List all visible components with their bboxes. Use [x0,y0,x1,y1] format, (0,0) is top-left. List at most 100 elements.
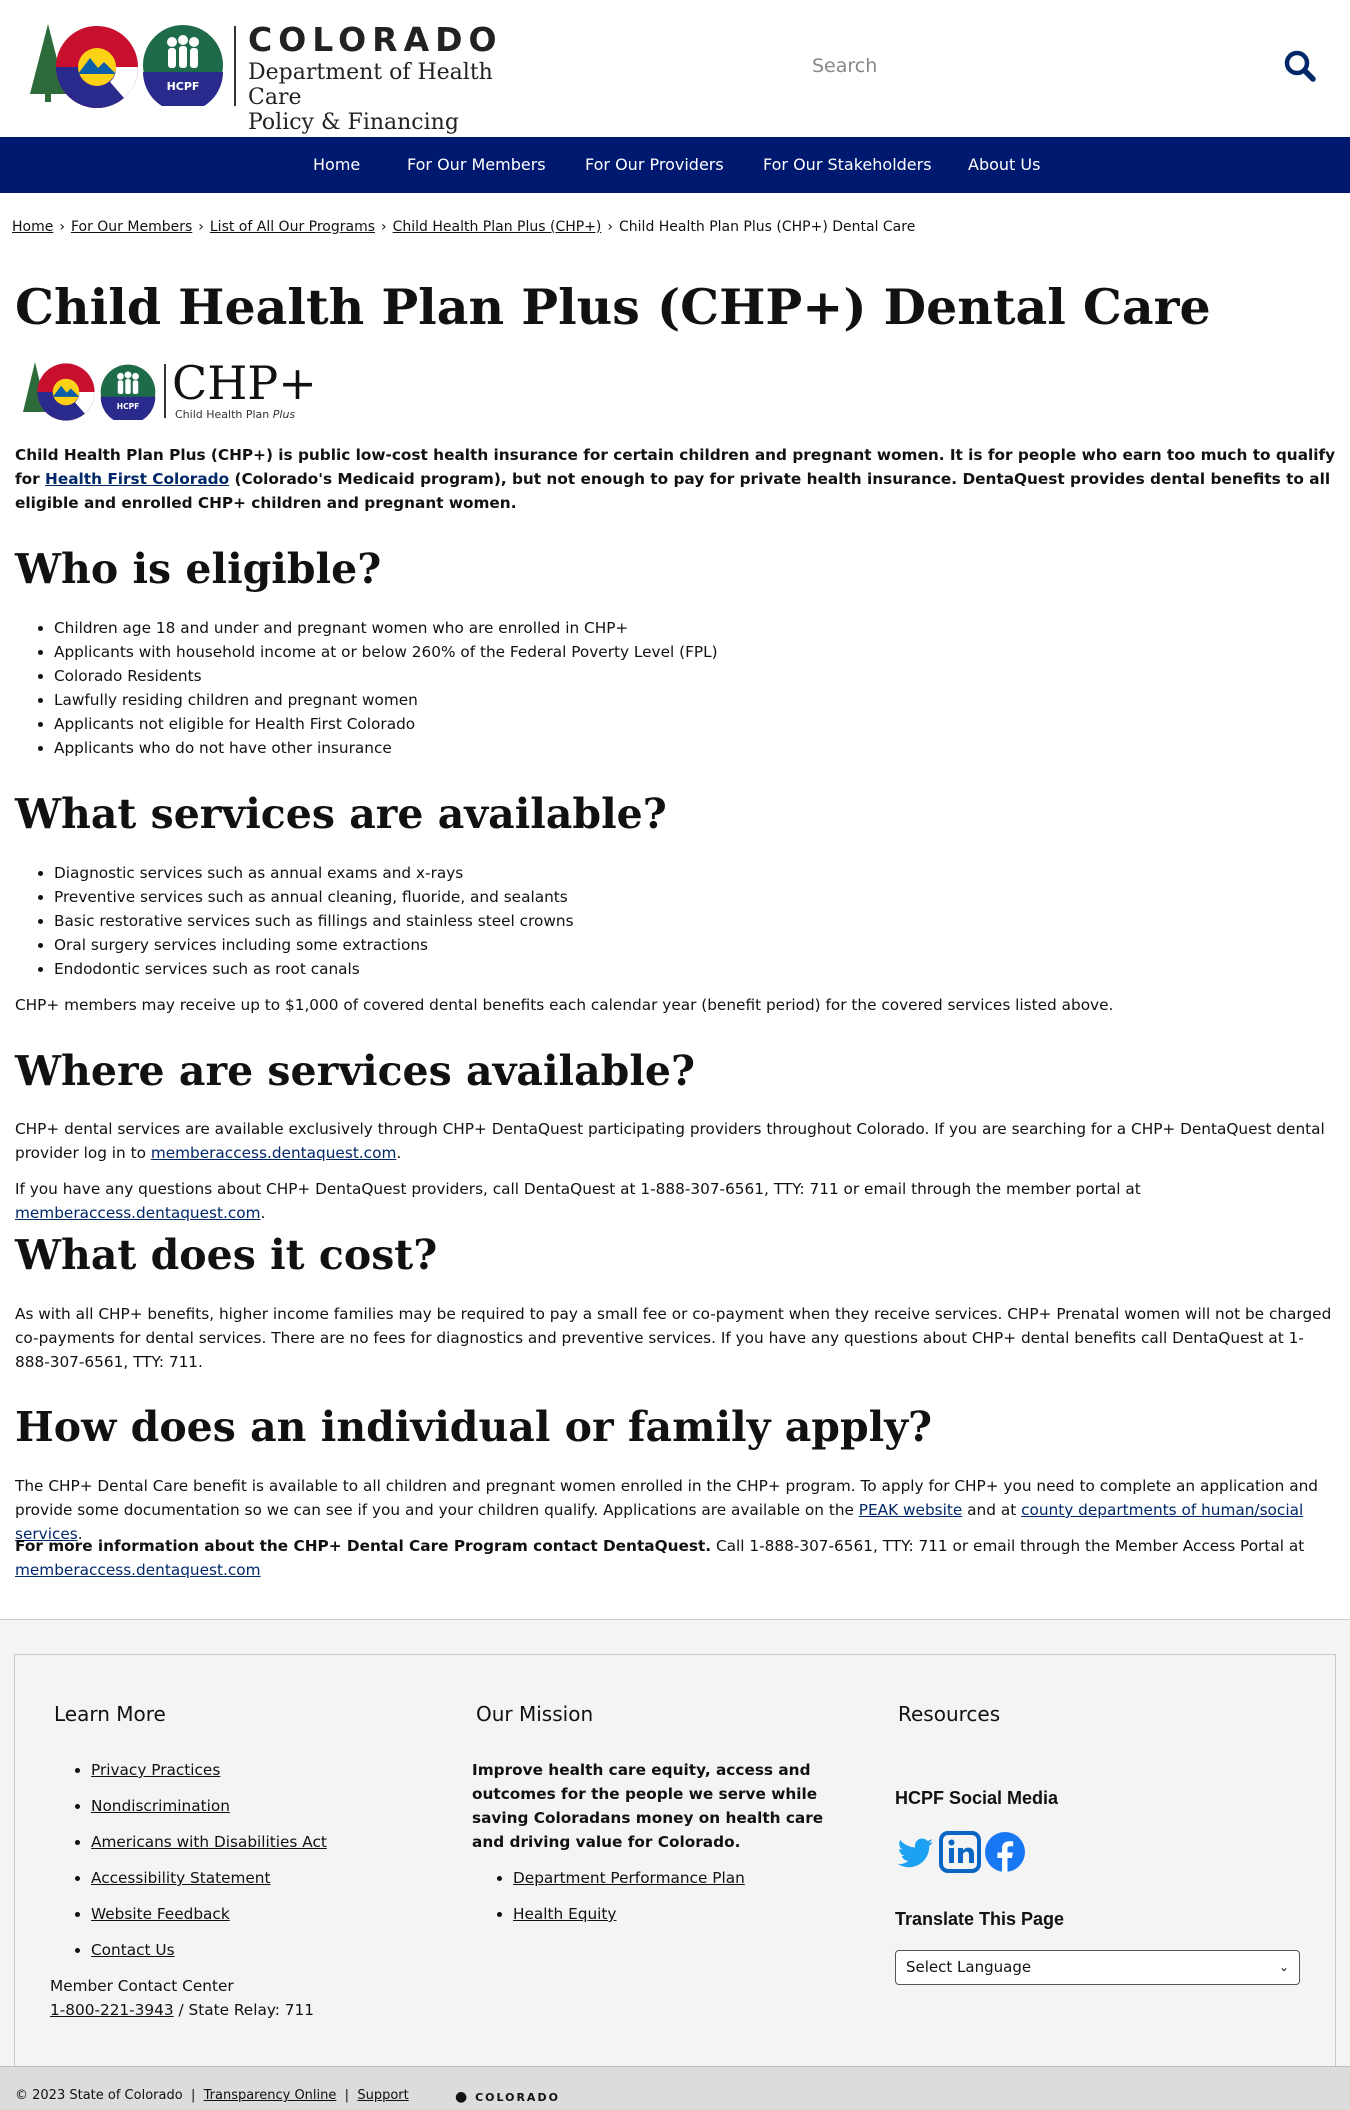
list-item: Applicants who do not have other insuran… [54,736,718,760]
chp-plus-logo: HCPF CHP+ Child Health Plan Plus [22,358,322,428]
logo-divider [164,364,166,418]
hcpf-logo-icon: HCPF [100,364,156,420]
breadcrumb-separator: › [198,219,204,235]
chp-logo-title: CHP+ [172,356,317,410]
svg-text:HCPF: HCPF [167,80,200,93]
transparency-online-link[interactable]: Transparency Online [204,2088,337,2103]
list-item: Website Feedback [91,1902,327,1938]
bottom-links: © 2023 State of Colorado | Transparency … [15,2088,409,2103]
learn-more-list: Privacy Practices Nondiscrimination Amer… [54,1758,327,1974]
performance-plan-link[interactable]: Department Performance Plan [513,1869,745,1887]
bottom-separator: | [186,2088,200,2103]
contact-us-link[interactable]: Contact Us [91,1941,175,1959]
website-feedback-link[interactable]: Website Feedback [91,1905,230,1923]
chp-logo-sub-italic: Plus [272,408,296,421]
list-item: Nondiscrimination [91,1794,327,1830]
where-p2-text-b: . [260,1204,266,1222]
list-item: Endodontic services such as root canals [54,957,574,981]
translate-heading: Translate This Page [895,1909,1065,1929]
facebook-icon[interactable] [984,1831,1026,1873]
accessibility-statement-link[interactable]: Accessibility Statement [91,1869,270,1887]
nav-item-members[interactable]: For Our Members [407,137,546,193]
main-nav: Home For Our Members For Our Providers F… [0,137,1350,193]
services-heading: What services are available? [15,790,667,838]
breadcrumb-members[interactable]: For Our Members [71,219,192,235]
colorado-hcpf-logo[interactable]: HCPF COLORADO Department of Health Care … [28,20,548,135]
list-item: Americans with Disabilities Act [91,1830,327,1866]
nav-item-about[interactable]: About Us [968,137,1040,193]
breadcrumb-separator: › [607,219,614,235]
chp-logo-sub-text: Child Health Plan [175,408,270,421]
chp-logo-subtitle: Child Health Plan Plus [175,408,295,421]
where-paragraph-2: If you have any questions about CHP+ Den… [15,1177,1337,1225]
list-item: Preventive services such as annual clean… [54,885,574,909]
list-item: Accessibility Statement [91,1866,327,1902]
contact-phone-link[interactable]: 1-800-221-3943 [50,2001,174,2019]
where-paragraph-1: CHP+ dental services are available exclu… [15,1117,1337,1165]
apply-p1-text-mid: and at [962,1501,1022,1519]
list-item: Applicants not eligible for Health First… [54,712,718,736]
breadcrumb-current: Child Health Plan Plus (CHP+) Dental Car… [619,219,916,235]
search-icon[interactable] [1280,46,1320,86]
mission-list: Department Performance Plan Health Equit… [476,1866,745,1938]
health-first-colorado-link[interactable]: Health First Colorado [45,470,229,488]
nav-item-providers[interactable]: For Our Providers [585,137,724,193]
linkedin-icon[interactable] [939,1831,981,1873]
social-media-heading: HCPF Social Media [895,1788,1059,1808]
nav-item-home[interactable]: Home [313,137,360,193]
list-item: Diagnostic services such as annual exams… [54,861,574,885]
colorado-footer-wordmark: COLORADO [475,2091,560,2104]
breadcrumb-separator: › [381,219,387,235]
breadcrumb-programs[interactable]: List of All Our Programs [210,219,375,235]
search-input[interactable] [798,42,1248,90]
list-item: Applicants with household income at or b… [54,640,718,664]
privacy-practices-link[interactable]: Privacy Practices [91,1761,220,1779]
list-item: Contact Us [91,1938,327,1974]
support-link[interactable]: Support [357,2088,408,2103]
chevron-down-icon: ⌄ [1278,1960,1289,1974]
list-item: Lawfully residing children and pregnant … [54,688,718,712]
list-item: Privacy Practices [91,1758,327,1794]
logo-dept-line2: Policy & Financing [248,110,459,135]
dentaquest-portal-link[interactable]: memberaccess.dentaquest.com [15,1204,261,1222]
colorado-footer-logo[interactable]: ● COLORADO [455,2089,560,2105]
nav-item-stakeholders[interactable]: For Our Stakeholders [763,137,932,193]
apply-p2-text-a: Call 1-888-307-6561, TTY: 711 or email t… [711,1537,1305,1555]
peak-website-link[interactable]: PEAK website [859,1501,963,1519]
contact-relay: / State Relay: 711 [173,2001,314,2019]
logo-divider [234,26,236,106]
svg-text:HCPF: HCPF [117,402,139,411]
bottom-separator: | [340,2088,354,2103]
logo-department-name: Department of Health Care Policy & Finan… [248,60,548,135]
twitter-icon[interactable] [895,1833,935,1873]
eligible-list: Children age 18 and under and pregnant w… [15,616,718,760]
apply-paragraph-2: For more information about the CHP+ Dent… [15,1534,1337,1582]
apply-heading: How does an individual or family apply? [15,1403,933,1451]
breadcrumb-home[interactable]: Home [12,219,53,235]
colorado-c-logo-icon [56,26,139,108]
cost-paragraph: As with all CHP+ benefits, higher income… [15,1305,1332,1371]
services-note: CHP+ members may receive up to $1,000 of… [15,996,1114,1014]
nondiscrimination-link[interactable]: Nondiscrimination [91,1797,230,1815]
breadcrumb-separator: › [59,219,65,235]
health-equity-link[interactable]: Health Equity [513,1905,616,1923]
member-access-portal-link[interactable]: memberaccess.dentaquest.com [15,1561,261,1579]
list-item: Oral surgery services including some ext… [54,933,574,957]
where-p1-text-b: . [396,1144,402,1162]
mission-heading: Our Mission [476,1702,594,1726]
site-header: HCPF COLORADO Department of Health Care … [0,0,1350,137]
logo-dept-line1: Department of Health Care [248,60,493,110]
apply-p2-bold: For more information about the CHP+ Dent… [15,1537,712,1555]
list-item: Children age 18 and under and pregnant w… [54,616,718,640]
dentaquest-member-link[interactable]: memberaccess.dentaquest.com [151,1144,397,1162]
learn-more-heading: Learn More [54,1702,166,1726]
contact-label: Member Contact Center [50,1977,234,1995]
colorado-c-logo-icon [37,363,95,421]
breadcrumb-chp[interactable]: Child Health Plan Plus (CHP+) [393,219,602,235]
page-title: Child Health Plan Plus (CHP+) Dental Car… [15,278,1211,336]
ada-link[interactable]: Americans with Disabilities Act [91,1833,327,1851]
list-item: Basic restorative services such as filli… [54,909,574,933]
language-select[interactable]: Select Language ⌄ [895,1950,1300,1985]
hcpf-logo-icon: HCPF [143,25,223,106]
cost-heading: What does it cost? [15,1231,438,1279]
